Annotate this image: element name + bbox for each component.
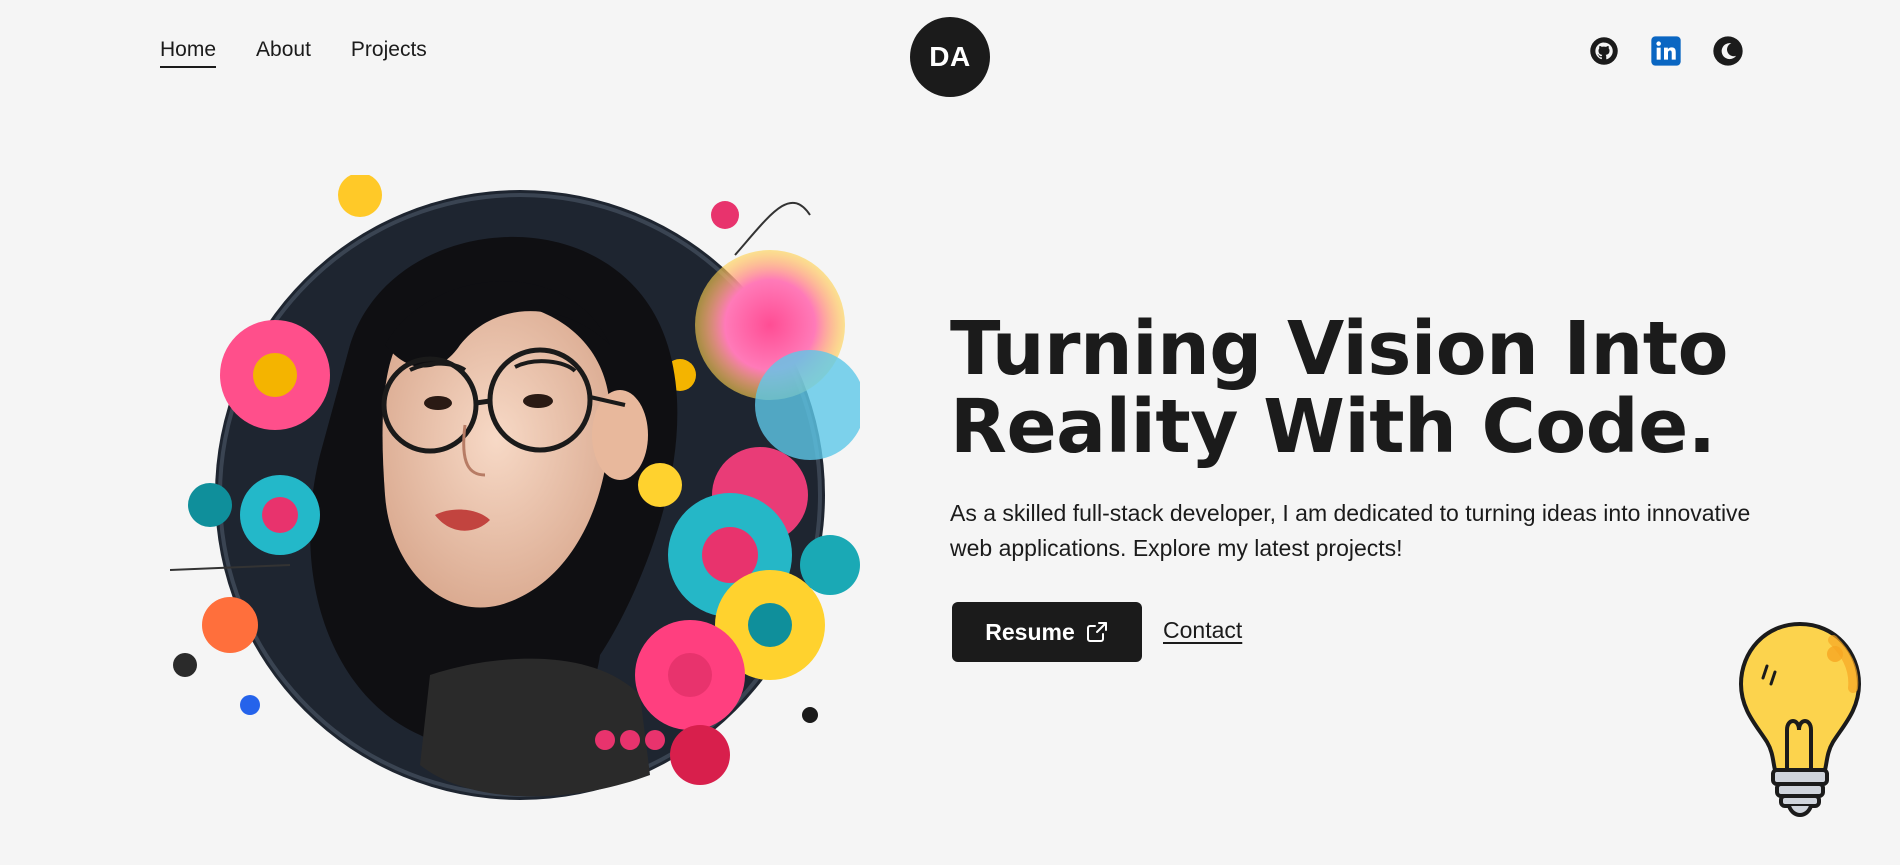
nav-home-link[interactable]: Home [160, 38, 217, 68]
nav-projects-link[interactable]: Projects [351, 38, 427, 68]
github-icon[interactable] [1588, 35, 1620, 67]
linkedin-icon[interactable] [1650, 35, 1682, 67]
hero-headline-line2: Reality With Code. [950, 384, 1716, 470]
nav-links: Home About Projects [160, 38, 427, 68]
hero-headline-line1: Turning Vision Into [950, 306, 1728, 392]
contact-link[interactable]: Contact [1163, 617, 1242, 644]
external-link-icon [1086, 622, 1107, 642]
top-navigation: Home About Projects DA [0, 0, 1900, 110]
hero-headline: Turning Vision Into Reality With Code. [950, 310, 1810, 466]
social-links [1588, 35, 1744, 67]
lightbulb-icon [1738, 621, 1862, 817]
resume-button-label: Resume [985, 618, 1075, 645]
site-logo[interactable]: DA [910, 17, 990, 97]
moon-icon[interactable] [1712, 35, 1744, 67]
nav-about-link[interactable]: About [256, 38, 311, 68]
hero-portrait-image [170, 175, 860, 800]
hero-intro-text: As a skilled full-stack developer, I am … [950, 500, 1751, 561]
resume-button[interactable]: Resume [952, 602, 1142, 662]
